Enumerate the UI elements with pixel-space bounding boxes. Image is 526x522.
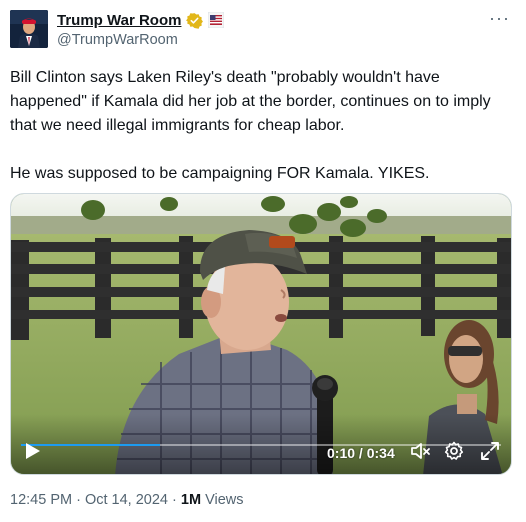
tweet-paragraph-2: He was supposed to be campaigning FOR Ka… [10, 165, 430, 182]
tweet-paragraph-1: Bill Clinton says Laken Riley's death "p… [10, 69, 491, 134]
views-count: 1M [180, 492, 202, 508]
video-controls: 0:10 / 0:34 [11, 414, 511, 474]
views-label: Views [205, 492, 244, 508]
time-separator: / [355, 445, 367, 461]
tweet-time[interactable]: 12:45 PM [10, 492, 72, 508]
tweet-header: Trump War Room @TrumpWarRoom ··· [10, 8, 516, 52]
settings-gear-icon[interactable] [443, 440, 465, 462]
video-time: 0:10 / 0:34 [327, 445, 395, 461]
meta-dot-2: · [168, 492, 181, 508]
tweet-text: Bill Clinton says Laken Riley's death "p… [10, 66, 510, 186]
display-name[interactable]: Trump War Room [57, 12, 181, 29]
muted-volume-icon[interactable] [409, 440, 431, 462]
name-row: Trump War Room [57, 10, 225, 30]
meta-dot: · [72, 492, 85, 508]
video-player[interactable]: 0:10 / 0:34 [10, 193, 512, 475]
account-handle[interactable]: @TrumpWarRoom [57, 32, 178, 48]
tweet-date[interactable]: Oct 14, 2024 [85, 492, 168, 508]
duration: 0:34 [366, 445, 395, 461]
fullscreen-icon[interactable] [479, 440, 501, 462]
tweet-meta: 12:45 PM · Oct 14, 2024 · 1M Views [10, 492, 244, 508]
us-flag-affiliation-icon[interactable] [208, 11, 225, 29]
play-icon[interactable] [25, 442, 41, 460]
progress-fill [21, 444, 161, 446]
more-options-icon[interactable]: ··· [489, 8, 510, 29]
current-time: 0:10 [327, 445, 356, 461]
avatar[interactable] [10, 10, 48, 48]
verified-badge-icon[interactable] [186, 12, 204, 29]
